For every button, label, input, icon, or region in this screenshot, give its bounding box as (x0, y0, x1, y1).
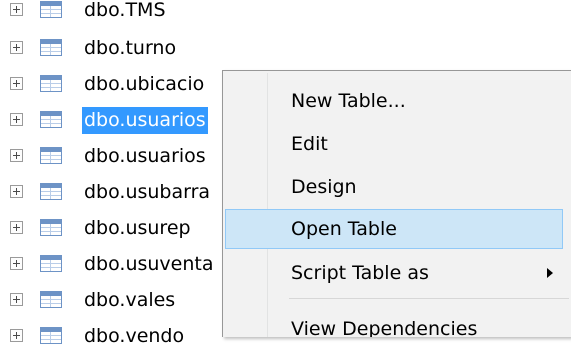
tree-node-label: dbo.usubarra (84, 181, 211, 203)
expand-plus-icon[interactable] (10, 113, 23, 126)
expand-plus-icon[interactable] (10, 3, 23, 16)
table-icon (40, 291, 62, 308)
menu-item-label: View Dependencies (291, 318, 478, 337)
expand-plus-icon[interactable] (10, 221, 23, 234)
tree-node-usubarra[interactable]: dbo.usubarra (0, 174, 260, 210)
table-icon (40, 255, 62, 272)
context-menu: New Table... Edit Design Open Table Scri… (222, 70, 571, 337)
menu-item-edit[interactable]: Edit (225, 124, 563, 164)
menu-item-label: Design (291, 176, 357, 198)
tree-node-turno[interactable]: dbo.turno (0, 30, 260, 66)
tree-node-label: dbo.usurep (84, 217, 191, 239)
expand-plus-icon[interactable] (10, 149, 23, 162)
expand-plus-icon[interactable] (10, 77, 23, 90)
tree-node-tms[interactable]: dbo.TMS (0, 0, 260, 28)
tree-node-usuventa[interactable]: dbo.usuventa (0, 246, 260, 282)
menu-item-label: New Table... (291, 90, 406, 112)
table-icon (40, 1, 62, 18)
table-icon (40, 39, 62, 56)
tree-node-vales[interactable]: dbo.vales (0, 282, 260, 318)
menu-item-new-table[interactable]: New Table... (225, 81, 563, 121)
tree-node-label: dbo.vales (84, 289, 176, 311)
menu-item-script-table-as[interactable]: Script Table as (225, 253, 563, 293)
tree-node-label: dbo.TMS (84, 0, 166, 21)
expand-plus-icon[interactable] (10, 293, 23, 306)
menu-item-label: Script Table as (291, 262, 429, 284)
menu-item-label: Open Table (291, 218, 397, 240)
table-icon (40, 327, 62, 344)
tree-node-usuarios[interactable]: dbo.usuarios (0, 138, 260, 174)
menu-item-design[interactable]: Design (225, 167, 563, 207)
table-icon (40, 75, 62, 92)
tree-node-label: dbo.usuarios (82, 107, 208, 134)
expand-plus-icon[interactable] (10, 185, 23, 198)
tree-node-label: dbo.turno (84, 37, 177, 59)
tree-node-vendo[interactable]: dbo.vendo (0, 318, 260, 354)
table-icon (40, 183, 62, 200)
chevron-right-icon (547, 268, 553, 278)
tree-node-ubicacio[interactable]: dbo.ubicacio (0, 66, 260, 102)
tree-node-label: dbo.usuarios (84, 145, 206, 167)
expand-plus-icon[interactable] (10, 41, 23, 54)
menu-separator (289, 298, 569, 299)
table-icon (40, 219, 62, 236)
tree-node-usuarios-selected[interactable]: dbo.usuarios (0, 102, 260, 138)
table-icon (40, 147, 62, 164)
menu-item-view-dependencies[interactable]: View Dependencies (225, 309, 563, 337)
tree-node-label: dbo.usuventa (84, 253, 214, 275)
table-icon (40, 111, 62, 128)
tree-node-label: dbo.ubicacio (84, 73, 205, 95)
expand-plus-icon[interactable] (10, 329, 23, 342)
menu-item-open-table[interactable]: Open Table (225, 209, 563, 249)
tree-node-usurep[interactable]: dbo.usurep (0, 210, 260, 246)
expand-plus-icon[interactable] (10, 257, 23, 270)
menu-item-label: Edit (291, 133, 328, 155)
